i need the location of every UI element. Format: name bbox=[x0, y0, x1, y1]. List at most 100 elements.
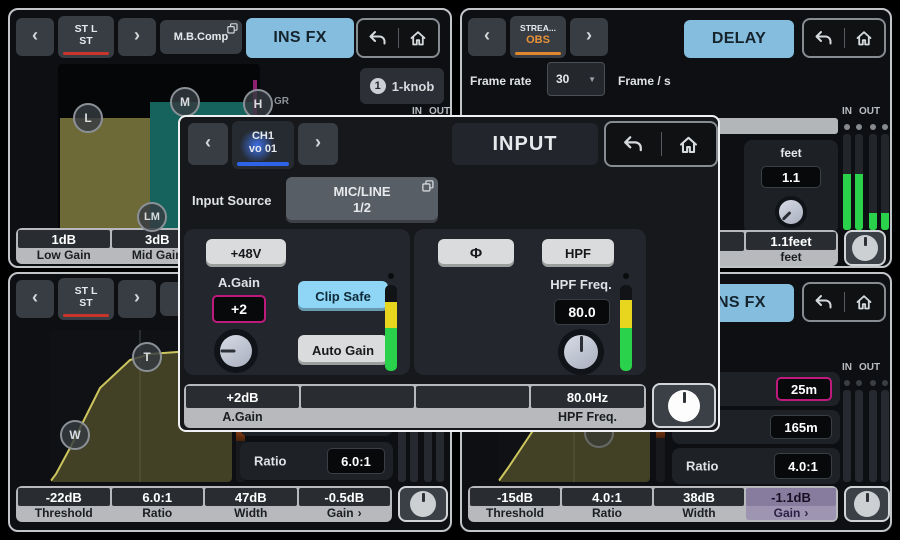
clip-safe-button[interactable]: Clip Safe bbox=[298, 281, 388, 311]
param-bar: -15dBThreshold 4.0:1Ratio 38dBWidth -1.1… bbox=[468, 486, 838, 522]
chevron-right-icon: › bbox=[134, 287, 140, 308]
param-cell-ratio[interactable]: 6.0:1Ratio bbox=[112, 488, 204, 520]
home-icon bbox=[408, 28, 428, 48]
prev-channel-button[interactable]: ‹ bbox=[188, 123, 228, 165]
param-cell-width[interactable]: 47dBWidth bbox=[205, 488, 297, 520]
chevron-right-icon: › bbox=[586, 25, 592, 46]
phase-button[interactable]: Φ bbox=[438, 239, 514, 267]
hpf-freq-value[interactable]: 80.0 bbox=[554, 299, 610, 325]
nav-icon-group bbox=[356, 18, 440, 58]
low-mid-crossover-marker[interactable]: LM bbox=[137, 202, 167, 232]
one-knob-badge-icon: 1 bbox=[370, 78, 386, 94]
ratio-label: Ratio bbox=[686, 459, 719, 474]
next-channel-button[interactable]: › bbox=[570, 18, 608, 56]
one-knob-button[interactable]: 1 1-knob bbox=[360, 68, 444, 104]
frame-unit-label: Frame / s bbox=[618, 74, 671, 88]
mixer-screen: ‹ ST L ST › M.B.Comp INS FX L M H LM GR bbox=[0, 0, 900, 540]
param-cell-gain-selected[interactable]: -1.1dBGain› bbox=[746, 488, 836, 520]
channel-select-button[interactable]: CH1 vo 01 bbox=[232, 121, 294, 169]
nav-icon-group bbox=[802, 18, 886, 58]
channel-select-button[interactable]: ST L ST bbox=[58, 16, 114, 58]
touch-knob-button[interactable] bbox=[652, 383, 716, 428]
param-cell[interactable]: 1.1feetfeet bbox=[746, 232, 836, 264]
home-button[interactable] bbox=[845, 284, 885, 320]
chevron-right-icon: › bbox=[315, 132, 321, 153]
in-meter bbox=[843, 134, 851, 230]
home-button[interactable] bbox=[662, 123, 717, 165]
out-meter bbox=[869, 390, 877, 482]
prev-channel-button[interactable]: ‹ bbox=[468, 18, 506, 56]
next-channel-button[interactable]: › bbox=[118, 280, 156, 318]
again-knob[interactable] bbox=[214, 329, 258, 373]
in-meter bbox=[855, 134, 863, 230]
chevron-left-icon: ‹ bbox=[32, 25, 38, 46]
channel-select-button[interactable]: STREA... OBS bbox=[510, 16, 566, 58]
level-meter bbox=[385, 285, 397, 371]
prev-channel-button[interactable]: ‹ bbox=[16, 280, 54, 318]
copy-icon bbox=[227, 23, 238, 34]
in-meter bbox=[855, 390, 863, 482]
tab-delay[interactable]: DELAY bbox=[684, 20, 794, 58]
touch-knob-button[interactable] bbox=[398, 486, 448, 522]
channel-select-button[interactable]: ST L ST bbox=[58, 278, 114, 320]
hpf-button[interactable]: HPF bbox=[542, 239, 614, 267]
ratio-row: Ratio 6.0:1 bbox=[240, 442, 393, 480]
param-cell-again[interactable]: +2dBA.Gain bbox=[186, 386, 299, 426]
ratio-value[interactable]: 4.0:1 bbox=[774, 453, 832, 479]
undo-button[interactable] bbox=[606, 123, 661, 165]
hpf-freq-knob[interactable] bbox=[558, 329, 604, 375]
home-icon bbox=[854, 28, 874, 48]
undo-button[interactable] bbox=[804, 284, 844, 320]
undo-button[interactable] bbox=[358, 20, 398, 56]
tab-ins-fx[interactable]: INS FX bbox=[246, 18, 354, 58]
undo-icon bbox=[814, 293, 833, 311]
feet-value[interactable]: 1.1 bbox=[761, 166, 821, 188]
gain-section: +48V A.Gain +2 Clip Safe Auto Gain bbox=[184, 229, 410, 375]
param-value[interactable]: 25m bbox=[776, 377, 832, 401]
param-cell[interactable] bbox=[416, 386, 529, 426]
knob-icon bbox=[854, 491, 880, 517]
frame-rate-dropdown[interactable]: 30 ▼ bbox=[547, 62, 605, 96]
peak-dot bbox=[856, 124, 862, 130]
chevron-right-icon: › bbox=[134, 25, 140, 46]
ratio-value[interactable]: 6.0:1 bbox=[327, 448, 385, 474]
input-dialog: ‹ CH1 vo 01 › INPUT Input Source MIC/LIN… bbox=[178, 115, 720, 432]
prev-channel-button[interactable]: ‹ bbox=[16, 18, 54, 56]
input-source-button[interactable]: MIC/LINE 1/2 bbox=[286, 177, 438, 223]
peak-dot bbox=[844, 380, 850, 386]
home-button[interactable] bbox=[399, 20, 439, 56]
param-cell-ratio[interactable]: 4.0:1Ratio bbox=[562, 488, 652, 520]
param-cell-hpf-freq[interactable]: 80.0HzHPF Freq. bbox=[531, 386, 644, 426]
touch-knob-button[interactable] bbox=[844, 486, 890, 522]
chevron-left-icon: ‹ bbox=[205, 132, 211, 153]
process-select-button[interactable]: M.B.Comp bbox=[160, 20, 242, 54]
threshold-marker[interactable]: T bbox=[132, 342, 162, 372]
param-cell-threshold[interactable]: -15dBThreshold bbox=[470, 488, 560, 520]
param-cell[interactable]: 1dBLow Gain bbox=[18, 230, 110, 262]
home-button[interactable] bbox=[845, 20, 885, 56]
phantom-power-button[interactable]: +48V bbox=[206, 239, 286, 267]
channel-color-underline bbox=[63, 314, 109, 317]
ratio-row: Ratio 4.0:1 bbox=[672, 448, 840, 484]
param-cell-width[interactable]: 38dBWidth bbox=[654, 488, 744, 520]
param-cell-gain[interactable]: -0.5dBGain› bbox=[299, 488, 391, 520]
next-channel-button[interactable]: › bbox=[298, 123, 338, 165]
delay-knob[interactable] bbox=[775, 196, 807, 228]
again-value[interactable]: +2 bbox=[212, 295, 266, 323]
low-band-marker[interactable]: L bbox=[73, 103, 103, 133]
param-cell-threshold[interactable]: -22dBThreshold bbox=[18, 488, 110, 520]
knob-icon bbox=[410, 491, 436, 517]
touch-knob-button[interactable] bbox=[844, 230, 886, 266]
auto-gain-button[interactable]: Auto Gain bbox=[298, 335, 388, 365]
undo-button[interactable] bbox=[804, 20, 844, 56]
param-value[interactable]: 165m bbox=[770, 415, 832, 439]
width-marker[interactable]: W bbox=[60, 420, 90, 450]
out-meter bbox=[869, 134, 877, 230]
peak-dot bbox=[882, 124, 888, 130]
param-cell[interactable] bbox=[301, 386, 414, 426]
param-bar: +2dBA.Gain 80.0HzHPF Freq. bbox=[184, 384, 646, 428]
next-channel-button[interactable]: › bbox=[118, 18, 156, 56]
mid-band-marker[interactable]: M bbox=[170, 87, 200, 117]
ratio-label: Ratio bbox=[254, 454, 287, 469]
io-meter-labels: IN OUT bbox=[842, 106, 880, 117]
